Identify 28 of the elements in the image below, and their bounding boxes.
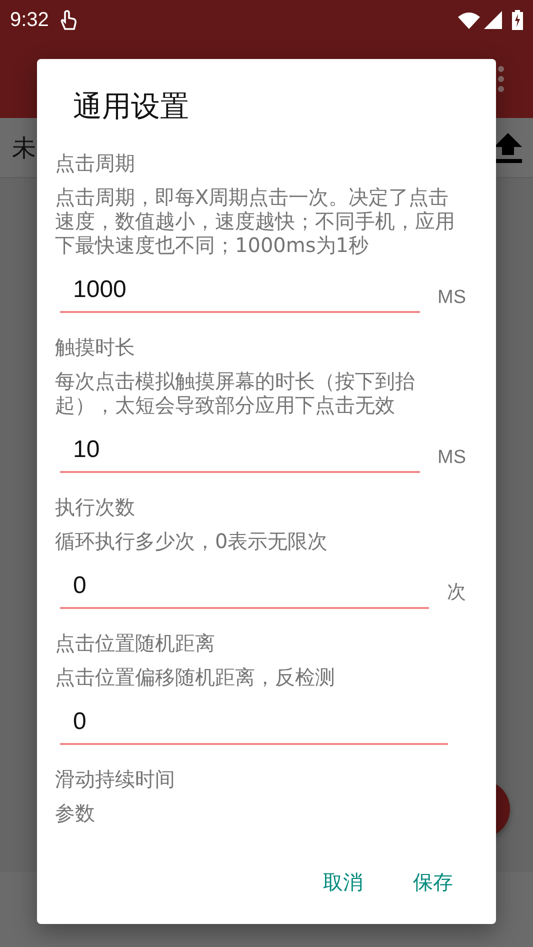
setting-description: 参数 xyxy=(55,801,96,825)
setting-label: 点击周期 xyxy=(55,151,136,175)
touch-hand-icon xyxy=(58,9,79,31)
dialog-title: 通用设置 xyxy=(72,88,190,124)
wifi-icon xyxy=(458,12,480,28)
save-button[interactable]: 保存 xyxy=(405,859,461,906)
setting-label: 执行次数 xyxy=(55,495,136,519)
setting-description: 每次点击模拟触摸屏幕的时长（按下到抬起），太短会导致部分应用下点击无效 xyxy=(55,369,416,417)
list-item-text: 未 xyxy=(12,132,36,164)
cancel-button[interactable]: 取消 xyxy=(315,859,371,906)
setting-label: 点击位置随机距离 xyxy=(55,631,216,655)
input-field[interactable]: 1000 xyxy=(60,273,420,313)
input-field[interactable]: 0 xyxy=(60,569,429,609)
signal-icon xyxy=(484,11,502,29)
setting-description: 循环执行多少次，0表示无限次 xyxy=(55,529,329,553)
status-time: 9:32 xyxy=(10,8,49,32)
battery-charging-icon xyxy=(512,10,523,30)
more-menu-icon[interactable] xyxy=(497,65,505,93)
unit-label: 次 xyxy=(447,581,466,605)
upload-icon[interactable] xyxy=(494,132,522,162)
unit-label: MS xyxy=(438,447,466,469)
setting-label: 滑动持续时间 xyxy=(55,767,176,791)
setting-description: 点击位置偏移随机距离，反检测 xyxy=(55,665,336,689)
setting-label: 触摸时长 xyxy=(55,335,136,359)
unit-label: MS xyxy=(438,287,466,309)
input-field[interactable]: 0 xyxy=(60,705,448,745)
input-field[interactable]: 10 xyxy=(60,433,420,473)
setting-description: 点击周期，即每X周期点击一次。决定了点击速度，数值越小，速度越快；不同手机，应用下最快速度也不同；1000ms为1秒 xyxy=(55,185,456,257)
